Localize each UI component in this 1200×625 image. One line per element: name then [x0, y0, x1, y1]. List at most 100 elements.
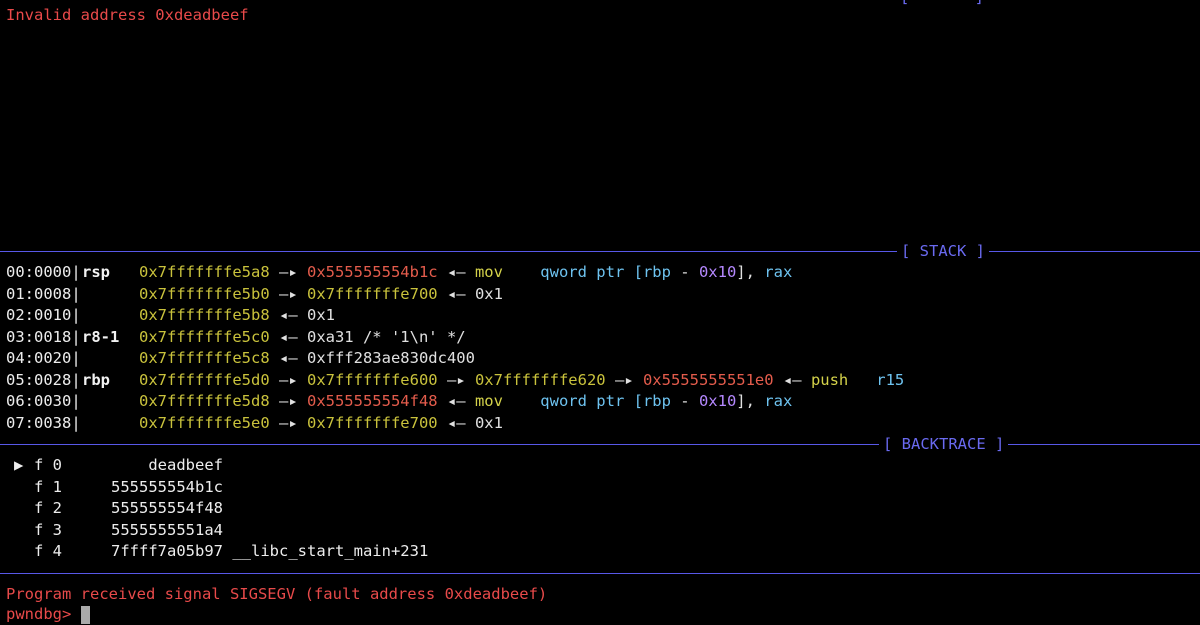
backtrace-frame[interactable]: f 1 555555554b1c — [14, 477, 223, 498]
stack-row[interactable]: 00:0000|rsp 0x7fffffffe5a8 —▸ 0x555555554… — [6, 262, 792, 283]
stack-address: 0x7fffffffe5c8 — [139, 349, 270, 367]
instruction-operand: ], — [736, 263, 765, 281]
frame-number: f 4 — [34, 542, 62, 560]
backtrace-frame[interactable]: f 2 555555554f48 — [14, 498, 223, 519]
stack-row[interactable]: 02:0010| 0x7fffffffe5b8 ◂— 0x1 — [6, 305, 335, 326]
pointer-arrow: ◂— — [269, 349, 307, 367]
instruction-operand: 0x10 — [698, 392, 737, 410]
stack-value: 0x1 — [474, 413, 503, 432]
stack-offset: 05:0028| — [6, 370, 81, 389]
text-cursor — [80, 605, 90, 624]
instruction-operand: rbp — [642, 263, 671, 281]
stack-address: 0x7fffffffe5e0 — [139, 413, 270, 432]
instruction-operand: r15 — [876, 370, 905, 389]
stack-section-title: [ STACK ] — [897, 241, 989, 262]
bottom-separator — [0, 573, 1200, 574]
register-label: rbp — [82, 370, 110, 389]
frame-number: f 2 — [34, 499, 62, 517]
stack-row[interactable]: 05:0028|rbp 0x7fffffffe5d0 —▸ 0x7fffffffe… — [6, 370, 904, 391]
pointer-arrow: —▸ — [269, 284, 307, 303]
stack-address: 0x7fffffffe5d8 — [139, 392, 270, 410]
stack-row[interactable]: 04:0020| 0x7fffffffe5c8 ◂— 0xfff283ae830d… — [6, 348, 475, 369]
instruction-gap — [503, 392, 540, 410]
instruction-mnemonic: push — [810, 370, 849, 389]
pointer-value: 0x555555554b1c — [306, 263, 438, 281]
stack-address: 0x7fffffffe5d0 — [139, 370, 270, 389]
pointer-arrow: ◂— — [437, 284, 475, 303]
pointer-arrow: —▸ — [437, 370, 475, 389]
current-frame-marker: ▶ — [14, 456, 24, 474]
signal-message: Program received signal SIGSEGV (fault a… — [6, 585, 548, 603]
pointer-arrow: —▸ — [605, 370, 643, 389]
error-message: Invalid address 0xdeadbeef — [6, 6, 249, 24]
instruction-operand: 0x10 — [698, 263, 737, 281]
pointer-arrow: ◂— — [437, 263, 475, 281]
pointer-arrow: ◂— — [773, 370, 811, 389]
stack-offset: 04:0020| — [6, 349, 81, 367]
pointer-value: 0x7fffffffe700 — [306, 284, 438, 303]
instruction-gap — [503, 263, 540, 281]
stack-value: 0x1 — [306, 306, 335, 324]
stack-address: 0x7fffffffe5a8 — [139, 263, 270, 281]
frame-address: 555555554f48 — [111, 499, 223, 517]
stack-value: 0x1 — [474, 284, 503, 303]
prompt-text: pwndbg> — [6, 605, 81, 623]
stack-value: 0xa31 /* '1\n' */ — [306, 327, 466, 346]
backtrace-frame[interactable]: ▶ f 0 deadbeef — [14, 455, 223, 476]
stack-offset: 01:0008| — [6, 284, 81, 303]
stack-offset: 00:0000| — [6, 263, 81, 281]
pointer-arrow: —▸ — [269, 263, 307, 281]
stack-offset: 03:0018| — [6, 327, 81, 346]
register-label: r8-1 — [82, 327, 120, 346]
frame-number: f 0 — [34, 456, 62, 474]
pointer-value: 0x7fffffffe620 — [474, 370, 606, 389]
pointer-value: 0x7fffffffe600 — [306, 370, 438, 389]
backtrace-section-title: [ BACKTRACE ] — [879, 434, 1009, 455]
stack-row[interactable]: 01:0008| 0x7fffffffe5b0 —▸ 0x7fffffffe700… — [6, 284, 503, 305]
instruction-operand: - — [670, 392, 699, 410]
instruction-mnemonic: mov — [474, 392, 503, 410]
instruction-operand: qword ptr [ — [540, 263, 643, 281]
stack-address: 0x7fffffffe5b0 — [139, 284, 270, 303]
stack-address: 0x7fffffffe5c0 — [139, 327, 270, 346]
pointer-arrow: —▸ — [269, 413, 307, 432]
pointer-value: 0x5555555551e0 — [642, 370, 774, 389]
instruction-operand: rax — [764, 392, 793, 410]
frame-address: 5555555551a4 — [111, 520, 223, 539]
backtrace-frame[interactable]: f 3 5555555551a4 — [14, 520, 223, 541]
stack-offset: 07:0038| — [6, 413, 81, 432]
instruction-gap — [848, 371, 876, 389]
instruction-operand: ], — [736, 392, 765, 410]
backtrace-separator — [0, 444, 1200, 445]
pointer-value: 0x7fffffffe700 — [306, 413, 438, 432]
frame-number: f 3 — [34, 520, 62, 539]
frame-address: deadbeef — [148, 456, 223, 474]
register-label: rsp — [82, 263, 110, 281]
instruction-operand: rax — [764, 263, 793, 281]
stack-separator — [0, 251, 1200, 252]
instruction-operand: rbp — [642, 392, 671, 410]
frame-symbol: __libc_start_main+231 — [223, 542, 429, 560]
stack-value: 0xfff283ae830dc400 — [306, 349, 475, 367]
stack-row[interactable]: 06:0030| 0x7fffffffe5d8 —▸ 0x555555554f48… — [6, 391, 792, 412]
pointer-arrow: ◂— — [269, 306, 307, 324]
stack-row[interactable]: 07:0038| 0x7fffffffe5e0 —▸ 0x7fffffffe700… — [6, 413, 503, 434]
instruction-operand: - — [670, 263, 699, 281]
backtrace-frame[interactable]: f 4 7ffff7a05b97 __libc_start_main+231 — [14, 541, 428, 562]
pointer-arrow: ◂— — [269, 327, 307, 346]
stack-address: 0x7fffffffe5b8 — [139, 306, 270, 324]
stack-row[interactable]: 03:0018|r8-1 0x7fffffffe5c0 ◂— 0xa31 /* '… — [6, 327, 466, 348]
frame-address: 7ffff7a05b97 — [111, 542, 223, 560]
pointer-arrow: ◂— — [437, 413, 475, 432]
instruction-mnemonic: mov — [474, 263, 503, 281]
frame-number: f 1 — [34, 477, 62, 496]
command-prompt[interactable]: pwndbg> — [6, 604, 90, 625]
stack-offset: 06:0030| — [6, 392, 81, 410]
pointer-arrow: ◂— — [437, 392, 475, 410]
stack-offset: 02:0010| — [6, 306, 81, 324]
pointer-arrow: —▸ — [269, 392, 307, 410]
pane-header-fragment: [ ─ ─ ─ ] — [900, 0, 984, 6]
instruction-operand: qword ptr [ — [540, 392, 643, 410]
pointer-value: 0x555555554f48 — [306, 392, 438, 410]
frame-address: 555555554b1c — [111, 477, 223, 496]
